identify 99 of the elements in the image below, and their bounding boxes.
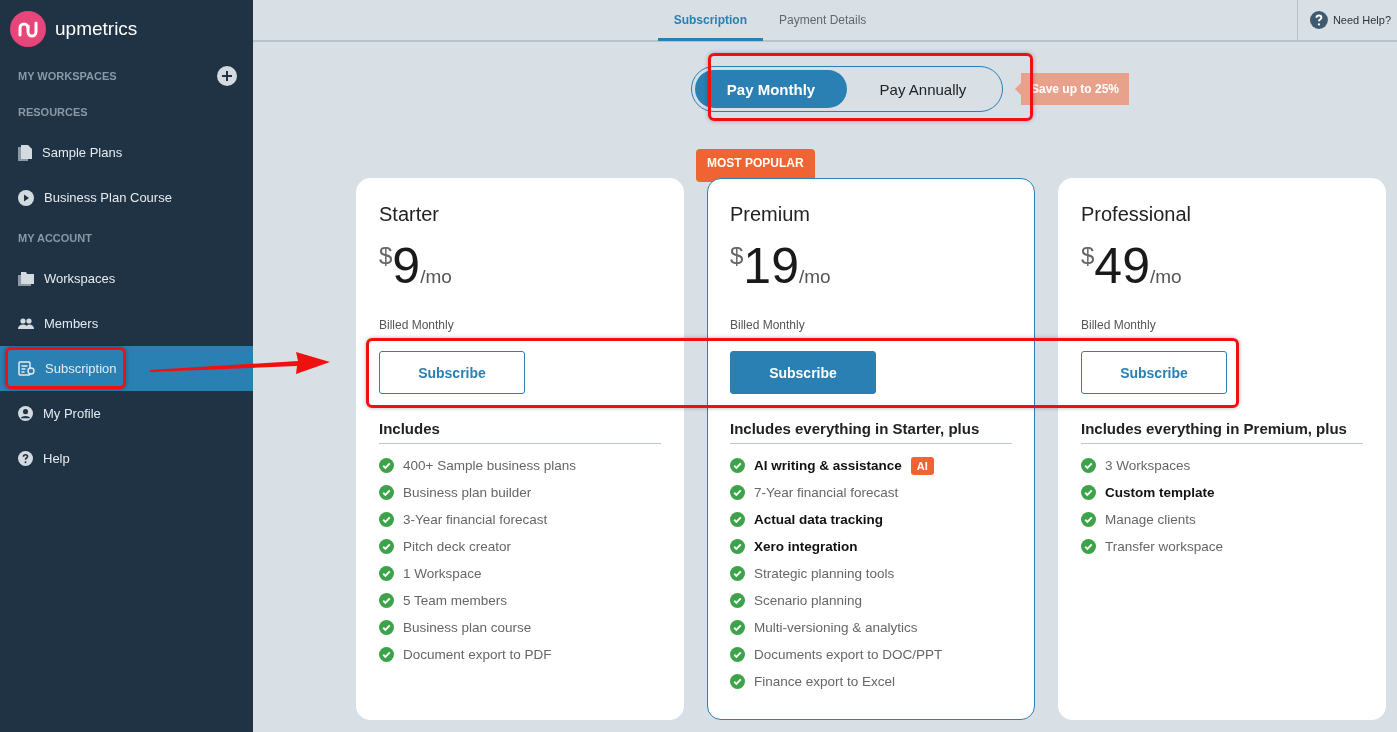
price-amount: 49: [1094, 238, 1150, 294]
currency-symbol: $: [730, 242, 744, 270]
check-circle-icon: [379, 485, 394, 500]
section-heading: MY ACCOUNT: [18, 232, 92, 244]
section-heading: RESOURCES: [18, 106, 88, 118]
feature-text: 3 Workspaces: [1105, 458, 1191, 473]
people-icon: [18, 318, 34, 329]
feature-text: Business plan course: [403, 620, 532, 635]
currency-symbol: $: [1081, 242, 1095, 269]
feature-text: Business plan builder: [403, 485, 532, 500]
price-period: /mo: [420, 266, 452, 288]
billing-note: Billed Monthly: [730, 318, 806, 332]
feature-text: Xero integration: [754, 539, 858, 554]
sidebar-item[interactable]: My Profile: [0, 391, 253, 436]
feature-text: 7-Year financial forecast: [754, 485, 899, 500]
feature-text: Custom template: [1105, 485, 1215, 500]
sidebar-item[interactable]: Members: [0, 301, 253, 346]
check-circle-icon: [730, 620, 745, 635]
billing-option[interactable]: Pay Monthly: [695, 70, 847, 108]
feature-text: 1 Workspace: [403, 566, 482, 581]
help-icon: [1310, 10, 1328, 30]
feature-text: AI writing & assistance: [754, 458, 902, 473]
sidebar-item-label: Workspaces: [44, 271, 116, 286]
check-circle-icon: [730, 458, 745, 473]
check-circle-icon: [379, 539, 394, 554]
feature-text: Document export to PDF: [403, 647, 552, 662]
sidebar-item-label: Business Plan Course: [44, 190, 172, 205]
add-button[interactable]: [217, 66, 237, 86]
user-icon: [18, 406, 33, 421]
sidebar-item[interactable]: Subscription: [0, 346, 253, 391]
popular-ribbon: MOST POPULAR: [696, 149, 815, 182]
check-circle-icon: [730, 539, 745, 554]
feature-text: Actual data tracking: [754, 512, 884, 527]
help-icon: [18, 451, 33, 466]
check-circle-icon: [730, 674, 745, 689]
check-circle-icon: [730, 566, 745, 581]
feature-text: Multi-versioning & analytics: [754, 620, 918, 635]
check-circle-icon: [1081, 485, 1096, 500]
brand-logo-icon: [10, 11, 46, 47]
check-circle-icon: [730, 485, 745, 500]
check-circle-icon: [379, 566, 394, 581]
sidebar-item[interactable]: Sample Plans: [0, 130, 253, 175]
document-gear-icon: [18, 361, 35, 376]
feature-text: Pitch deck creator: [403, 539, 512, 554]
folder-icon: [18, 271, 34, 286]
check-circle-icon: [379, 512, 394, 527]
check-circle-icon: [1081, 458, 1096, 473]
includes-heading: Includes everything in Starter, plus: [730, 420, 1012, 444]
sidebar-item[interactable]: Business Plan Course: [0, 175, 253, 220]
feature-text: Documents export to DOC/PPT: [754, 647, 943, 662]
check-circle-icon: [730, 593, 745, 608]
feature-text: 400+ Sample business plans: [403, 458, 576, 473]
includes-heading: Includes everything in Premium, plus: [1081, 420, 1363, 444]
billing-note: Billed Monthly: [1081, 318, 1157, 332]
billing-option[interactable]: Pay Annually: [847, 70, 999, 108]
tab[interactable]: Payment Details: [763, 1, 883, 41]
feature-text: 5 Team members: [403, 593, 508, 608]
play-icon: [18, 189, 34, 206]
brand-name: upmetrics: [55, 18, 138, 40]
plan-name: Professional: [1081, 203, 1193, 226]
price-amount: 19: [743, 238, 799, 294]
check-circle-icon: [379, 458, 394, 473]
feature-text: Strategic planning tools: [754, 566, 895, 581]
sidebar-item-label: Help: [43, 451, 70, 466]
price-amount: 9: [392, 238, 421, 294]
sidebar-item-label: Members: [44, 316, 99, 331]
feature-text: 3-Year financial forecast: [403, 512, 548, 527]
check-circle-icon: [379, 647, 394, 662]
subscribe-button[interactable]: Subscribe: [379, 351, 525, 394]
sidebar-item[interactable]: Help: [0, 436, 253, 481]
check-circle-icon: [1081, 512, 1096, 527]
price-period: /mo: [799, 266, 831, 288]
subscribe-button[interactable]: Subscribe: [1081, 351, 1227, 394]
feature-text: Scenario planning: [754, 593, 863, 608]
check-circle-icon: [1081, 539, 1096, 554]
check-circle-icon: [379, 620, 394, 635]
sidebar-item-label: Subscription: [45, 361, 117, 376]
feature-text: Manage clients: [1105, 512, 1196, 527]
currency-symbol: $: [379, 242, 393, 269]
includes-heading: Includes: [379, 420, 661, 444]
plan-name: Premium: [730, 203, 811, 226]
feature-text: Finance export to Excel: [754, 674, 896, 689]
check-circle-icon: [730, 647, 745, 662]
savings-badge: Save up to 25%: [1015, 73, 1129, 105]
subscribe-button[interactable]: Subscribe: [730, 351, 876, 394]
plan-name: Starter: [379, 203, 441, 226]
check-circle-icon: [730, 512, 745, 527]
section-heading: MY WORKSPACES: [18, 70, 117, 82]
feature-text: Transfer workspace: [1105, 539, 1224, 554]
sidebar-item-label: My Profile: [43, 406, 101, 421]
billing-note: Billed Monthly: [379, 318, 455, 332]
sidebar-item-label: Sample Plans: [42, 145, 123, 160]
check-circle-icon: [379, 593, 394, 608]
document-icon: [18, 144, 32, 161]
sidebar-item[interactable]: Workspaces: [0, 256, 253, 301]
plus-icon: [221, 70, 233, 82]
help-link[interactable]: Need Help?: [1297, 0, 1397, 40]
price-period: /mo: [1150, 266, 1182, 288]
ai-badge: AI: [910, 456, 934, 475]
